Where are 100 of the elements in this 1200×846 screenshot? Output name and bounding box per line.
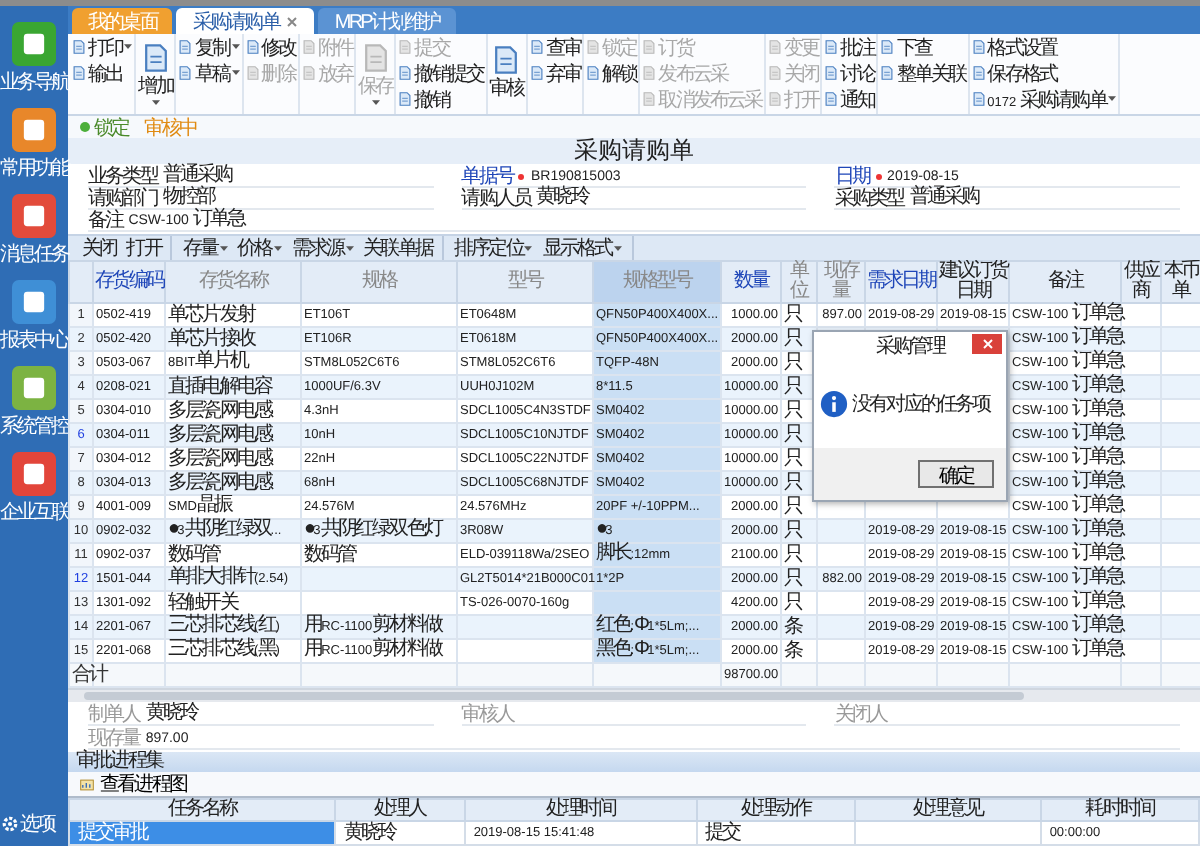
- field-value[interactable]: 黄晓玲: [145, 704, 434, 724]
- module-label[interactable]: 业务导航: [0, 68, 68, 96]
- toolbar-button[interactable]: 排序定位: [452, 236, 535, 260]
- field-value[interactable]: 物控部: [162, 188, 434, 208]
- module-icon[interactable]: [11, 366, 56, 410]
- horizontal-scrollbar[interactable]: [68, 688, 1200, 702]
- module-icon[interactable]: [11, 280, 56, 324]
- toolbar-button[interactable]: 格式设置: [971, 34, 1116, 60]
- caret-icon: [219, 245, 228, 251]
- field-label: 请购人员: [461, 185, 531, 212]
- toolbar-button[interactable]: 撤销: [398, 86, 484, 112]
- field-value[interactable]: 普通采购: [162, 166, 434, 186]
- field-label: 制单人: [88, 701, 140, 728]
- table-cell: 多层瓷网电感: [168, 471, 272, 493]
- module-label[interactable]: 报表中心: [0, 326, 68, 354]
- table-cell: 只: [784, 375, 802, 397]
- field-value[interactable]: 普通采购: [909, 188, 1181, 208]
- column-header[interactable]: 本币单: [1162, 262, 1200, 302]
- module-icon[interactable]: [11, 22, 56, 66]
- approval-status: 审核中: [144, 115, 197, 141]
- table-cell: 只: [784, 399, 802, 421]
- caret-icon: [371, 99, 380, 105]
- module-icon[interactable]: [11, 108, 56, 152]
- toolbar-button[interactable]: 修改: [245, 34, 296, 60]
- table-cell: 只: [784, 471, 802, 493]
- view-flow-button[interactable]: 查看进程图: [80, 770, 187, 798]
- table-cell: 提交: [705, 821, 740, 843]
- options-label[interactable]: 选项: [20, 810, 55, 838]
- table-cell: 直插电解电容: [168, 375, 272, 397]
- document-icon: [492, 46, 521, 74]
- form-title: 采购请购单: [68, 138, 1200, 164]
- close-button[interactable]: [972, 334, 1002, 354]
- close-icon[interactable]: [286, 15, 299, 27]
- toolbar-button[interactable]: 通知: [824, 86, 875, 112]
- toolbar-button[interactable]: 价格: [235, 236, 284, 260]
- toolbar-button[interactable]: 关联单据: [361, 236, 435, 260]
- required-icon: [875, 173, 882, 179]
- field-label: 日期: [834, 163, 870, 188]
- toolbar-button[interactable]: 打开: [124, 236, 163, 260]
- field-label: 业务类型: [88, 163, 157, 188]
- caret-icon: [231, 70, 240, 76]
- total-label: 合计: [72, 663, 107, 685]
- module-label[interactable]: 常用功能: [0, 154, 68, 182]
- table-cell: 只: [784, 423, 802, 445]
- module-label[interactable]: 消息任务: [0, 240, 68, 268]
- toolbar-button[interactable]: 批注: [824, 34, 875, 60]
- table-cell: 只: [784, 495, 802, 517]
- toolbar-button[interactable]: 存量: [180, 236, 230, 260]
- toolbar-button[interactable]: 弃审: [529, 60, 581, 86]
- large-toolbar-button[interactable]: 审核: [489, 38, 524, 110]
- table-cell: 数码管: [168, 543, 220, 565]
- module-icon[interactable]: [11, 452, 56, 496]
- large-toolbar-button[interactable]: 增加: [138, 38, 173, 110]
- ok-button[interactable]: 确定: [918, 460, 994, 488]
- toolbar-button[interactable]: 关闭: [80, 236, 119, 260]
- toolbar-button[interactable]: 显示格式: [540, 236, 624, 260]
- chart-icon: [80, 777, 94, 791]
- caret-icon: [345, 245, 354, 251]
- toolbar-button[interactable]: 需求源: [289, 236, 356, 260]
- table-cell: 黄晓玲: [344, 821, 396, 843]
- caret-icon: [1107, 96, 1116, 102]
- toolbar-button[interactable]: 查审: [529, 34, 581, 60]
- toolbar-button[interactable]: 撤销提交: [398, 60, 484, 86]
- toolbar-button[interactable]: 解锁: [586, 60, 637, 86]
- document-icon: [72, 66, 86, 80]
- field-label: 备注: [88, 207, 123, 234]
- toolbar-button[interactable]: 打印: [72, 34, 133, 60]
- caret-icon: [124, 44, 133, 50]
- toolbar-button[interactable]: 草稿: [178, 60, 240, 86]
- field-label: 请购部门: [88, 185, 157, 210]
- table-cell: 只: [784, 303, 802, 325]
- field-label: 审核人: [461, 701, 513, 728]
- tab[interactable]: 采购请购单: [176, 8, 315, 34]
- table-cell: 只: [784, 567, 802, 589]
- table-cell: 轻触开关: [168, 591, 237, 613]
- toolbar-button[interactable]: 复制: [178, 34, 240, 60]
- table-cell: 多层瓷网电感: [168, 447, 272, 469]
- field-value[interactable]: 黄晓玲: [536, 188, 807, 208]
- toolbar-button[interactable]: 讨论: [824, 60, 875, 86]
- table-cell: 单芯片接收: [168, 327, 255, 349]
- module-label[interactable]: 企业互联: [0, 498, 68, 526]
- module-icon[interactable]: [11, 194, 56, 238]
- field-label: 现存量: [88, 726, 140, 750]
- toolbar-button[interactable]: 下查: [880, 34, 966, 60]
- toolbar-button[interactable]: 保存格式: [971, 60, 1116, 86]
- caret-icon: [613, 245, 622, 251]
- document-icon: [361, 43, 390, 71]
- toolbar-button[interactable]: 整单关联: [880, 60, 966, 86]
- table-cell: 只: [784, 543, 802, 565]
- toolbar-button[interactable]: 输出: [72, 60, 133, 86]
- table-cell: 条: [784, 639, 802, 661]
- table-cell: 只: [784, 327, 802, 349]
- table-cell: 条: [784, 615, 802, 637]
- settings-icon[interactable]: [2, 816, 18, 832]
- table-cell: 只: [784, 351, 802, 373]
- module-label[interactable]: 系统管控: [0, 412, 68, 440]
- table-cell: 只: [784, 519, 802, 541]
- close-icon: [981, 338, 993, 350]
- required-icon: [518, 173, 525, 179]
- dialog-title: 采购管理: [875, 333, 945, 360]
